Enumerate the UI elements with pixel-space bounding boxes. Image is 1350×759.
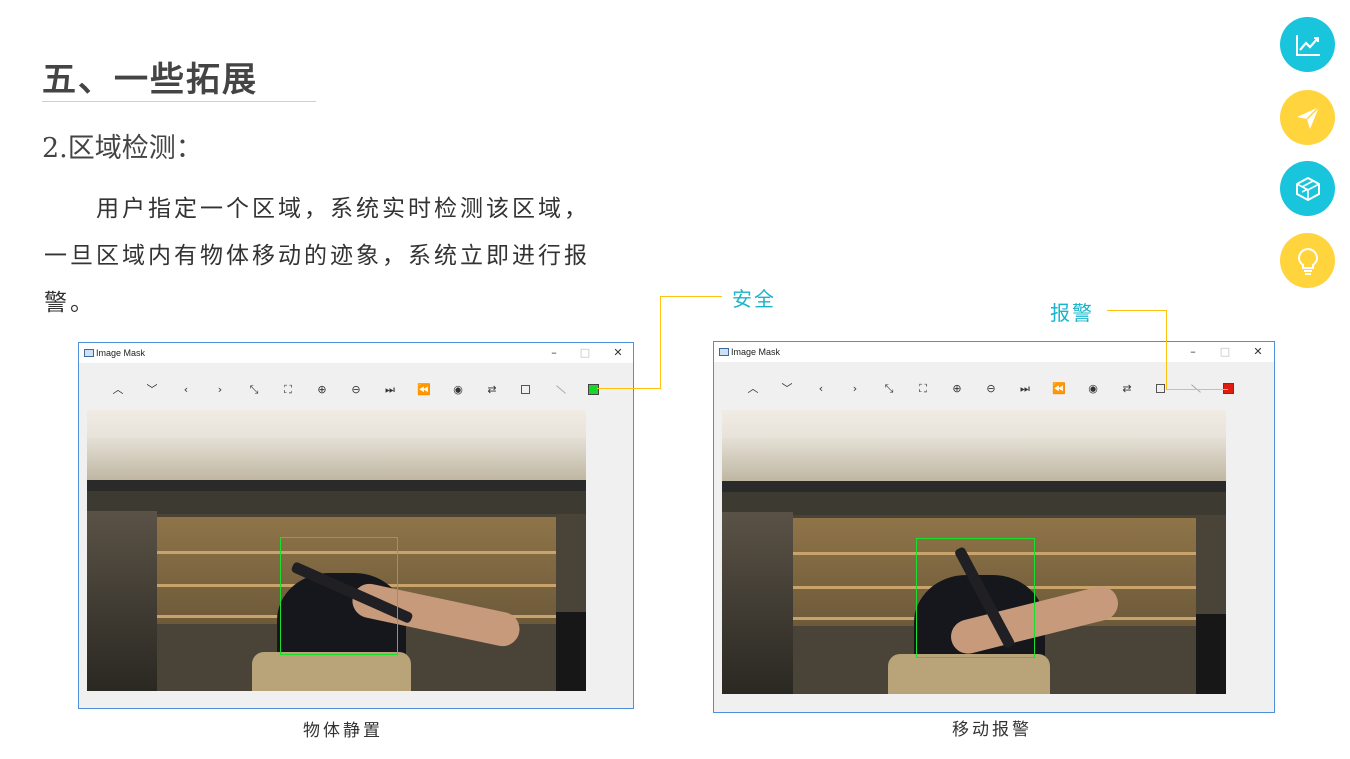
close-button[interactable]: ✕ — [610, 346, 626, 360]
status-led-connector — [660, 296, 722, 297]
image-mask-window-safe: Image Mask – □ ✕ ︿ ﹀ ‹ › ⤡ ⛶ ⊕ ⊖ ⏭ ⏪ ◉ ⇄ — [78, 342, 634, 709]
zoom-out-icon[interactable]: ⊖ — [347, 381, 365, 399]
image-mask-window-alarm: Image Mask – □ ✕ ︿ ﹀ ‹ › ⤡ ⛶ ⊕ ⊖ ⏭ ⏪ ◉ ⇄ — [713, 341, 1275, 713]
paper-plane-icon — [1296, 105, 1320, 129]
expand-icon[interactable]: ⛶ — [279, 381, 297, 399]
side-button-send[interactable] — [1280, 90, 1335, 145]
caption-static: 物体静置 — [303, 721, 383, 741]
minimize-button[interactable]: – — [1185, 345, 1201, 359]
fast-forward-icon[interactable]: ⏭ — [1016, 380, 1034, 398]
lightbulb-icon — [1297, 247, 1318, 275]
window-app-icon — [84, 349, 94, 357]
side-button-idea[interactable] — [1280, 233, 1335, 288]
caption-alarm: 移动报警 — [952, 720, 1032, 740]
camera-view — [722, 410, 1226, 694]
detection-region[interactable] — [280, 537, 398, 655]
chevron-right-icon[interactable]: › — [846, 380, 864, 398]
window-titlebar: Image Mask – □ ✕ — [79, 343, 633, 363]
alarm-callout: 报警 — [1050, 301, 1094, 325]
zoom-in-icon[interactable]: ⊕ — [948, 380, 966, 398]
chevron-down-icon[interactable]: ﹀ — [143, 381, 161, 399]
window-toolbar: ︿ ﹀ ‹ › ⤡ ⛶ ⊕ ⊖ ⏭ ⏪ ◉ ⇄ — [79, 381, 633, 401]
rewind-icon[interactable]: ⏪ — [1050, 380, 1068, 398]
side-button-cube[interactable] — [1280, 161, 1335, 216]
chevron-left-icon[interactable]: ‹ — [177, 381, 195, 399]
page-title: 五、一些拓展 — [42, 60, 258, 100]
zoom-in-icon[interactable]: ⊕ — [313, 381, 331, 399]
swap-icon[interactable]: ⇄ — [483, 381, 501, 399]
diagonal-icon[interactable] — [551, 381, 569, 399]
collapse-icon[interactable]: ⤡ — [880, 380, 898, 398]
detection-region[interactable] — [916, 538, 1035, 658]
window-toolbar: ︿ ﹀ ‹ › ⤡ ⛶ ⊕ ⊖ ⏭ ⏪ ◉ ⇄ — [714, 380, 1274, 400]
chevron-up-icon[interactable]: ︿ — [744, 380, 762, 398]
status-led[interactable] — [585, 381, 603, 399]
square-icon[interactable] — [517, 381, 535, 399]
safe-callout: 安全 — [732, 287, 776, 311]
status-led-connector — [597, 388, 660, 389]
window-titlebar: Image Mask – □ ✕ — [714, 342, 1274, 362]
chevron-up-icon[interactable]: ︿ — [109, 381, 127, 399]
trend-chart-icon — [1295, 34, 1320, 56]
collapse-icon[interactable]: ⤡ — [245, 381, 263, 399]
window-app-icon — [719, 348, 729, 356]
cube-icon — [1295, 176, 1320, 201]
alarm-led-connector — [1166, 389, 1228, 390]
window-title: Image Mask — [96, 348, 146, 358]
chevron-down-icon[interactable]: ﹀ — [778, 380, 796, 398]
status-led-connector — [660, 296, 661, 389]
zoom-out-icon[interactable]: ⊖ — [982, 380, 1000, 398]
alarm-led-connector — [1166, 310, 1167, 390]
window-title: Image Mask — [731, 347, 781, 357]
maximize-button[interactable]: □ — [577, 346, 593, 360]
rewind-icon[interactable]: ⏪ — [415, 381, 433, 399]
chevron-left-icon[interactable]: ‹ — [812, 380, 830, 398]
chevron-right-icon[interactable]: › — [211, 381, 229, 399]
expand-icon[interactable]: ⛶ — [914, 380, 932, 398]
fast-forward-icon[interactable]: ⏭ — [381, 381, 399, 399]
alarm-led-connector — [1107, 310, 1167, 311]
minimize-button[interactable]: – — [546, 346, 562, 360]
camera-view — [87, 410, 586, 691]
title-divider — [42, 101, 316, 102]
close-button[interactable]: ✕ — [1250, 345, 1266, 359]
section-heading: 2.区域检测： — [42, 133, 203, 164]
maximize-button[interactable]: □ — [1217, 345, 1233, 359]
side-button-chart[interactable] — [1280, 17, 1335, 72]
record-icon[interactable]: ◉ — [449, 381, 467, 399]
record-icon[interactable]: ◉ — [1084, 380, 1102, 398]
body-paragraph: 用户指定一个区域，系统实时检测该区域，一旦区域内有物体移动的迹象，系统立即进行报… — [44, 196, 590, 316]
swap-icon[interactable]: ⇄ — [1118, 380, 1136, 398]
